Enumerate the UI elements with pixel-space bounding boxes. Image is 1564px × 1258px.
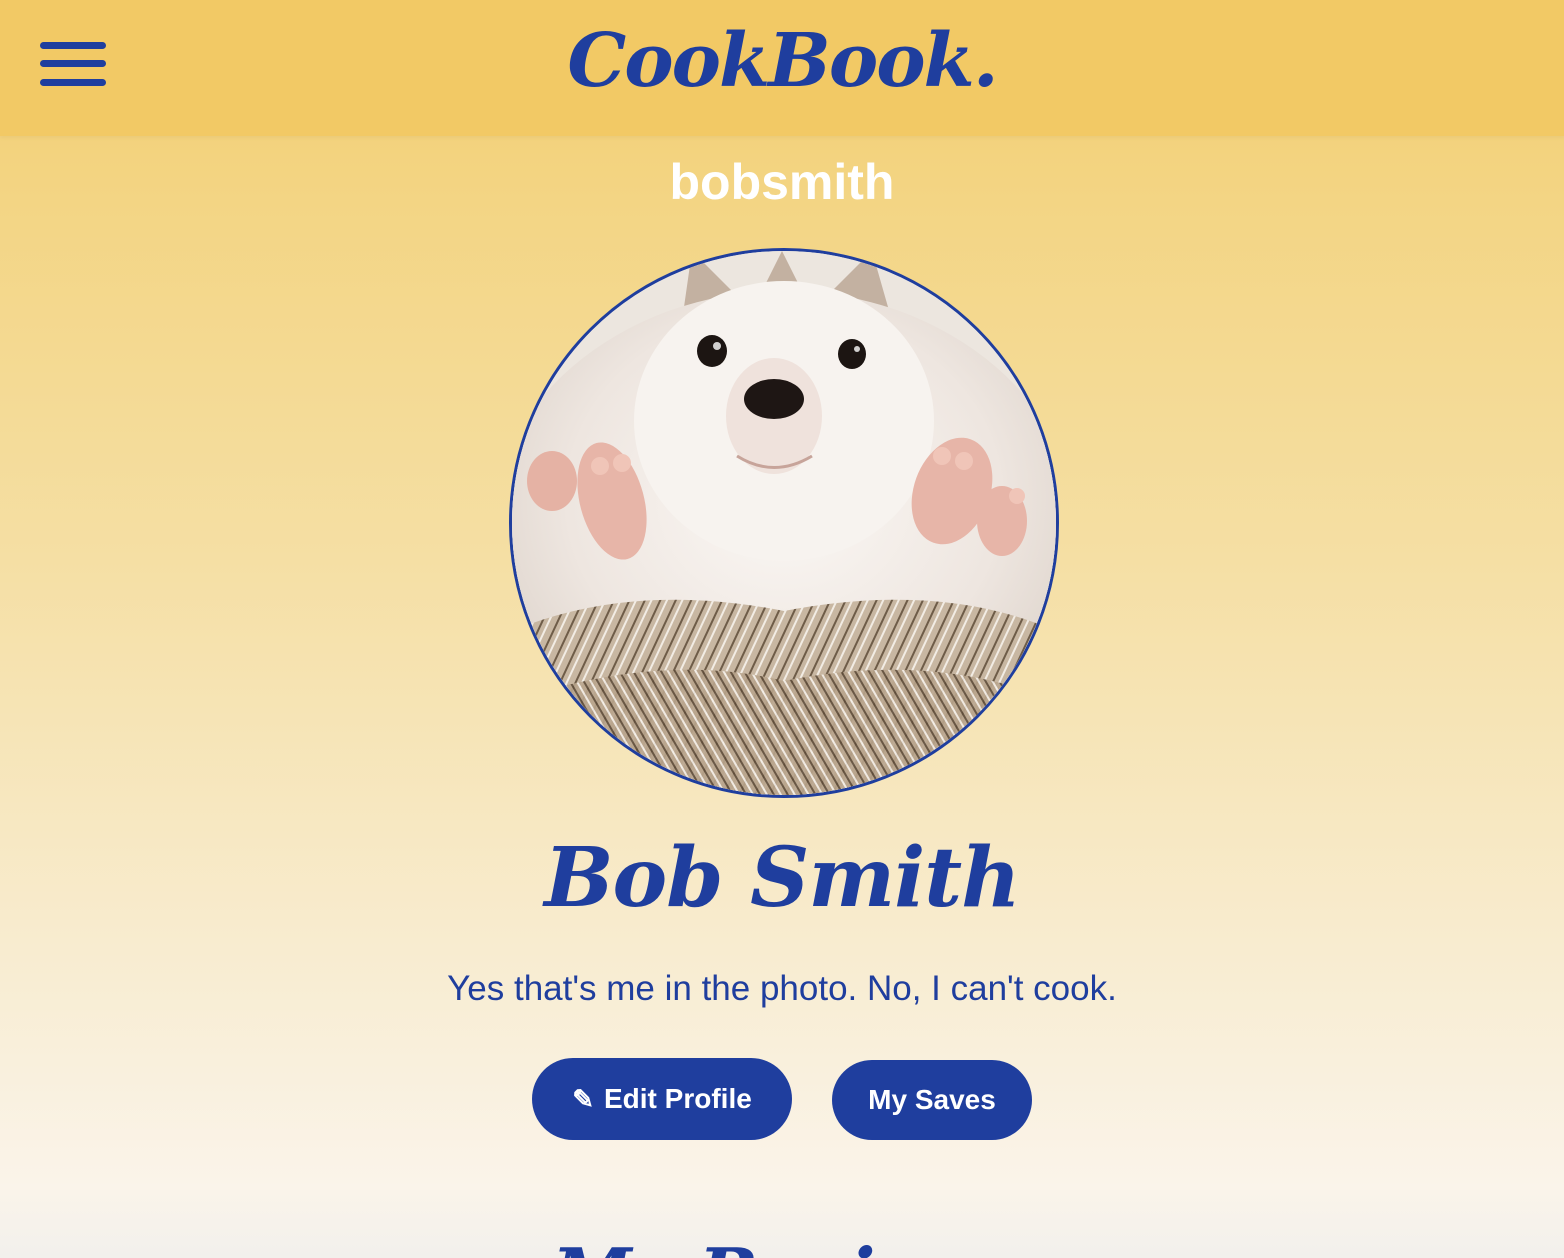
hedgehog-photo [512,251,1056,795]
my-saves-button[interactable]: My Saves [832,1060,1032,1140]
pencil-icon: ✎ [572,1084,594,1114]
my-saves-label: My Saves [868,1084,996,1115]
profile-avatar [509,248,1059,798]
my-recipes-heading: My Recipes [0,1214,1564,1258]
username-heading: bobsmith [669,154,895,210]
top-navbar: CookBook. [0,0,1564,136]
edit-profile-button[interactable]: ✎ Edit Profile [532,1058,792,1140]
profile-bio: Yes that's me in the photo. No, I can't … [447,969,1117,1008]
edit-profile-label: Edit Profile [604,1083,752,1114]
brand-logo[interactable]: CookBook. [0,6,1564,116]
my-recipes-heading-text: My Recipes [0,1230,1564,1258]
profile-full-name: Bob Smith [544,830,1021,926]
